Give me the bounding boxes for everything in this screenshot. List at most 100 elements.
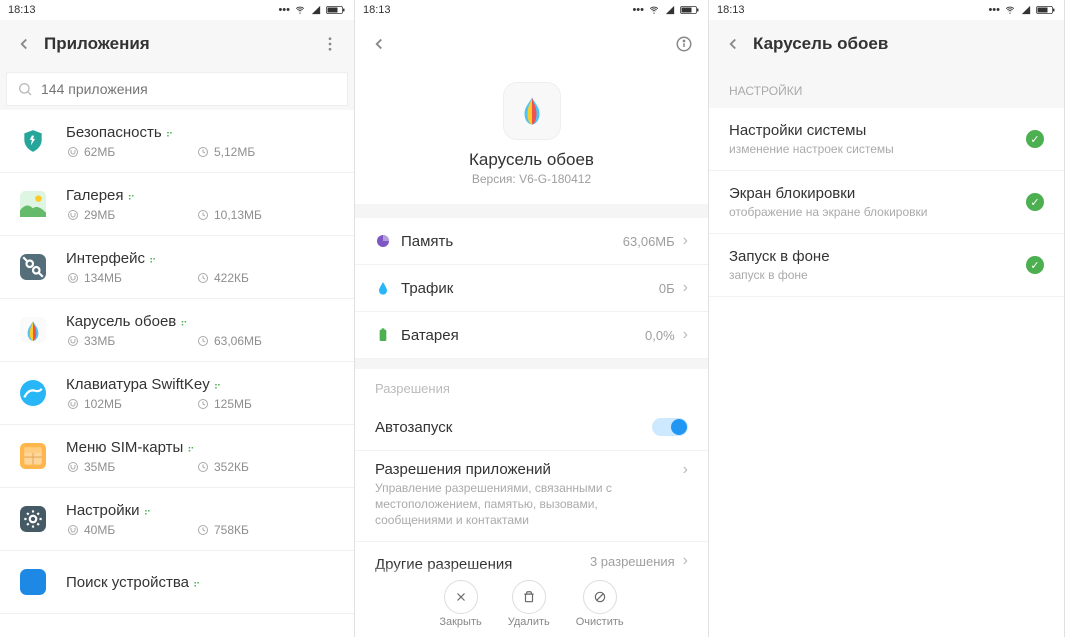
app-data-size: 422КБ (196, 271, 249, 285)
autostart-toggle[interactable] (652, 418, 688, 436)
trash-icon (522, 590, 536, 604)
check-icon: ✓ (1026, 130, 1044, 148)
permission-title: Запуск в фоне (729, 248, 1026, 265)
app-data-size: 63,06МБ (196, 334, 262, 348)
apps-list-screen: 18:13 ••• Приложения Безопасность 62МБ5,1… (0, 0, 355, 637)
search-input[interactable] (41, 81, 337, 97)
app-large-icon (503, 82, 561, 140)
memory-row[interactable]: Память 63,06МБ › (355, 218, 708, 265)
status-icons: ••• (632, 4, 700, 16)
chevron-right-icon: › (683, 326, 688, 344)
clear-button[interactable]: Очистить (576, 580, 624, 628)
app-data-size: 352КБ (196, 460, 249, 474)
permission-title: Настройки системы (729, 122, 1026, 139)
app-data-size: 758КБ (196, 523, 249, 537)
app-list: Безопасность 62МБ5,12МБ Галерея 29МБ10,13МБ… (0, 110, 354, 637)
chevron-right-icon: › (683, 461, 688, 479)
app-storage-size: 62МБ (66, 145, 196, 159)
app-row[interactable]: Галерея 29МБ10,13МБ (0, 173, 354, 236)
refresh-icon (180, 316, 190, 326)
refresh-icon (149, 253, 159, 263)
check-icon: ✓ (1026, 256, 1044, 274)
app-icon (12, 435, 54, 477)
permission-desc: запуск в фоне (729, 268, 1026, 282)
app-icon (12, 561, 54, 603)
status-time: 18:13 (363, 4, 391, 16)
battery-row[interactable]: Батарея 0,0% › (355, 312, 708, 359)
app-header-block: Карусель обоев Версия: V6-G-180412 (355, 68, 708, 204)
page-title: Приложения (44, 34, 318, 54)
app-icon (12, 498, 54, 540)
close-icon (454, 590, 468, 604)
permission-desc: изменение настроек системы (729, 142, 1026, 156)
refresh-icon (187, 442, 197, 452)
settings-section-label: НАСТРОЙКИ (709, 68, 1064, 108)
app-data-size: 125МБ (196, 397, 252, 411)
refresh-icon (128, 190, 138, 200)
app-storage-size: 29МБ (66, 208, 196, 222)
app-name-label: Интерфейс (66, 250, 340, 267)
delete-button[interactable]: Удалить (508, 580, 550, 628)
app-icon (12, 309, 54, 351)
search-icon (17, 81, 33, 97)
app-name-label: Галерея (66, 187, 340, 204)
search-wrap (0, 68, 354, 110)
permission-row[interactable]: Экран блокировкиотображение на экране бл… (709, 171, 1064, 234)
app-storage-size: 33МБ (66, 334, 196, 348)
app-permissions-row[interactable]: Разрешения приложений Управление разреше… (355, 451, 708, 542)
app-row[interactable]: Меню SIM-карты35МБ352КБ (0, 425, 354, 488)
app-name-label: Клавиатура SwiftKey (66, 376, 340, 393)
status-bar: 18:13 ••• (355, 0, 708, 20)
permissions-detail-screen: 18:13 ••• Карусель обоев НАСТРОЙКИ Настр… (709, 0, 1065, 637)
page-title: Карусель обоев (753, 34, 1052, 54)
search-box[interactable] (6, 72, 348, 106)
permissions-section-label: Разрешения (355, 369, 708, 404)
app-icon (12, 372, 54, 414)
app-row[interactable]: Поиск устройства (0, 551, 354, 614)
app-name-label: Меню SIM-карты (66, 439, 340, 456)
status-time: 18:13 (717, 4, 745, 16)
status-bar: 18:13 ••• (709, 0, 1064, 20)
app-row[interactable]: Карусель обоев 33МБ63,06МБ (0, 299, 354, 362)
app-icon (12, 120, 54, 162)
drop-icon (375, 280, 391, 296)
app-storage-size: 134МБ (66, 271, 196, 285)
close-button[interactable]: Закрыть (439, 580, 481, 628)
back-icon[interactable] (367, 32, 391, 56)
app-row[interactable]: Настройки40МБ758КБ (0, 488, 354, 551)
refresh-icon (144, 505, 154, 515)
app-data-size: 5,12МБ (196, 145, 255, 159)
app-row[interactable]: Безопасность 62МБ5,12МБ (0, 110, 354, 173)
app-storage-size: 40МБ (66, 523, 196, 537)
app-version: Версия: V6-G-180412 (472, 172, 591, 186)
app-row[interactable]: Интерфейс 134МБ422КБ (0, 236, 354, 299)
app-name-label: Поиск устройства (66, 574, 340, 591)
app-detail-screen: 18:13 ••• Карусель обоев Версия: V6-G-18… (355, 0, 709, 637)
more-icon[interactable] (318, 32, 342, 56)
check-icon: ✓ (1026, 193, 1044, 211)
refresh-icon (193, 577, 203, 587)
permission-row[interactable]: Настройки системы изменение настроек сист… (709, 108, 1064, 171)
app-row[interactable]: Клавиатура SwiftKey102МБ125МБ (0, 362, 354, 425)
back-icon[interactable] (12, 32, 36, 56)
chevron-right-icon: › (683, 279, 688, 297)
app-name-label: Карусель обоев (66, 313, 340, 330)
battery-icon (375, 327, 391, 343)
info-icon[interactable] (672, 32, 696, 56)
app-icon (12, 183, 54, 225)
permission-row[interactable]: Запуск в фоне запуск в фоне✓ (709, 234, 1064, 297)
chevron-right-icon: › (683, 232, 688, 250)
back-icon[interactable] (721, 32, 745, 56)
traffic-row[interactable]: Трафик 0Б › (355, 265, 708, 312)
app-name: Карусель обоев (469, 150, 594, 170)
autostart-row[interactable]: Автозапуск (355, 404, 708, 451)
app-data-size: 10,13МБ (196, 208, 262, 222)
header (355, 20, 708, 68)
status-icons: ••• (988, 4, 1056, 16)
app-name-label: Безопасность (66, 124, 340, 141)
permission-title: Экран блокировки (729, 185, 1026, 202)
permission-list: Настройки системы изменение настроек сист… (709, 108, 1064, 297)
status-time: 18:13 (8, 4, 36, 16)
status-bar: 18:13 ••• (0, 0, 354, 20)
app-icon (12, 246, 54, 288)
